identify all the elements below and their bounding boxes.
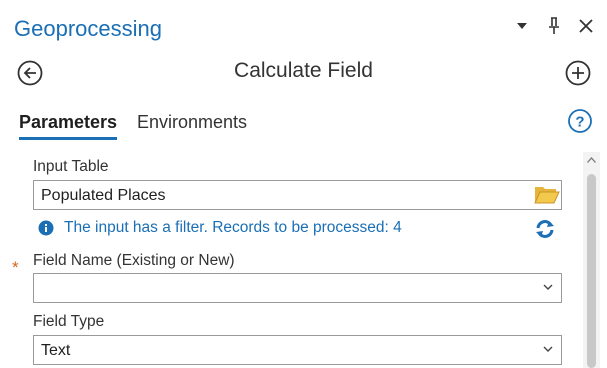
- help-icon: ?: [568, 109, 592, 133]
- add-button[interactable]: [564, 59, 592, 92]
- pane-options-dropdown[interactable]: [511, 14, 533, 38]
- pin-button[interactable]: [543, 14, 565, 38]
- field-type-label: Field Type: [33, 313, 105, 330]
- input-table-field[interactable]: Populated Places: [33, 180, 562, 210]
- close-icon: [579, 19, 593, 33]
- add-icon: [565, 60, 591, 86]
- browse-button[interactable]: [534, 183, 560, 210]
- pin-icon: [549, 17, 559, 34]
- required-marker: *: [12, 258, 19, 277]
- info-icon: [38, 220, 54, 236]
- field-type-value: Text: [41, 342, 71, 359]
- field-name-label: Field Name (Existing or New): [33, 252, 235, 269]
- folder-icon: [534, 187, 560, 204]
- refresh-button[interactable]: [534, 218, 556, 245]
- tab-environments[interactable]: Environments: [137, 112, 247, 133]
- chevron-down-icon[interactable]: [543, 284, 553, 291]
- scrollbar-thumb[interactable]: [587, 174, 596, 368]
- help-button[interactable]: ?: [567, 108, 593, 139]
- pane-title: Geoprocessing: [14, 16, 162, 41]
- pane-header-controls: [511, 14, 597, 38]
- close-button[interactable]: [575, 14, 597, 38]
- filter-notice: The input has a filter. Records to be pr…: [38, 219, 402, 237]
- vertical-scrollbar[interactable]: [583, 152, 600, 368]
- input-table-label: Input Table: [33, 158, 109, 175]
- field-name-field[interactable]: [33, 273, 562, 303]
- tool-title: Calculate Field: [234, 59, 373, 82]
- refresh-icon: [536, 220, 554, 238]
- scroll-up-icon: [587, 157, 596, 163]
- field-type-select[interactable]: Text: [33, 335, 562, 365]
- dropdown-caret-icon: [517, 23, 527, 29]
- scroll-up-button[interactable]: [583, 152, 600, 168]
- filter-notice-text: The input has a filter. Records to be pr…: [64, 219, 402, 236]
- tab-parameters[interactable]: Parameters: [19, 112, 118, 140]
- input-table-value: Populated Places: [41, 187, 166, 204]
- geoprocessing-pane: Geoprocessing Calculate Field Parameters…: [0, 0, 607, 368]
- svg-text:?: ?: [575, 114, 584, 131]
- chevron-down-icon[interactable]: [543, 346, 553, 353]
